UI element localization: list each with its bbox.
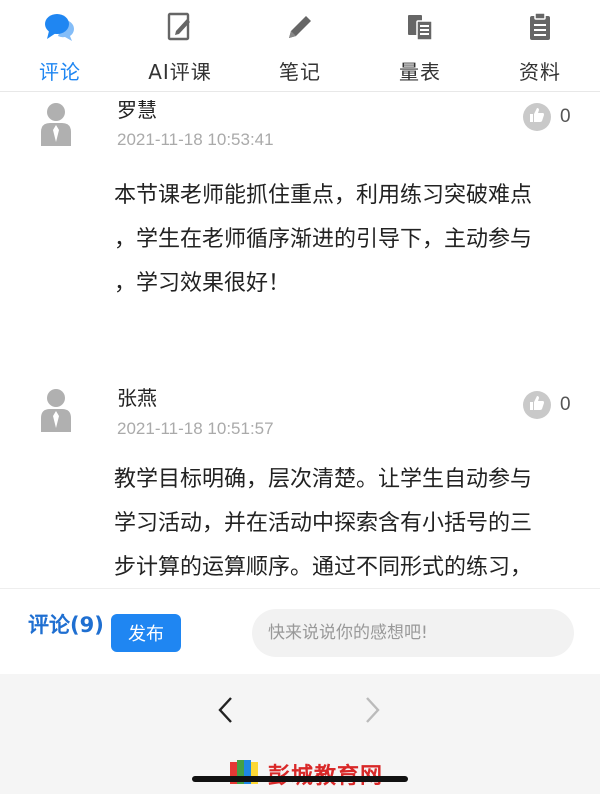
tab-ai-review-label: AI评课 bbox=[148, 60, 212, 84]
tab-bar: 评论 AI评课 笔记 量表 资料 bbox=[0, 0, 600, 92]
pencil-icon bbox=[283, 10, 317, 44]
comment-text-line: 学习活动，并在活动中探索含有小括号的三 bbox=[114, 511, 533, 536]
forward-button[interactable] bbox=[352, 692, 392, 732]
comment-author: 张燕 bbox=[117, 386, 157, 410]
comment-list[interactable]: 罗慧 2021-11-18 10:53:41 0 本节课老师能抓住重点，利用练习… bbox=[0, 92, 600, 588]
comment-text: 教学目标明确，层次清楚。让学生自动参与 学习活动，并在活动中探索含有小括号的三 … bbox=[114, 458, 566, 588]
back-button[interactable] bbox=[206, 692, 246, 732]
document-list-icon bbox=[403, 10, 437, 44]
like-button[interactable] bbox=[523, 103, 551, 131]
tab-materials[interactable]: 资料 bbox=[480, 0, 600, 91]
thumbs-up-icon bbox=[529, 395, 545, 415]
tab-notes[interactable]: 笔记 bbox=[240, 0, 360, 91]
comment-text: 本节课老师能抓住重点，利用练习突破难点 ，学生在老师循序渐进的引导下，主动参与 … bbox=[114, 174, 566, 306]
comment-time: 2021-11-18 10:51:57 bbox=[117, 419, 274, 438]
comment-bar: 评论(9) 发布 bbox=[0, 588, 600, 674]
like-count: 0 bbox=[560, 106, 571, 127]
clipboard-icon bbox=[523, 10, 557, 44]
tab-ai-review[interactable]: AI评课 bbox=[120, 0, 240, 91]
book-logo-icon bbox=[228, 758, 262, 790]
comment-text-line: ，学生在老师循序渐进的引导下，主动参与 bbox=[114, 227, 533, 252]
comment-input[interactable] bbox=[252, 609, 574, 657]
publish-button[interactable]: 发布 bbox=[111, 614, 181, 652]
chat-bubbles-icon bbox=[43, 10, 77, 44]
comment-text-line: 本节课老师能抓住重点，利用练习突破难点 bbox=[114, 183, 533, 208]
comment-text-line: 步计算的运算顺序。通过不同形式的练习， bbox=[114, 555, 533, 580]
chevron-left-icon bbox=[216, 695, 236, 729]
tab-materials-label: 资料 bbox=[519, 60, 561, 84]
avatar-icon bbox=[40, 388, 72, 432]
tab-comments-label: 评论 bbox=[39, 60, 81, 84]
like-button[interactable] bbox=[523, 391, 551, 419]
watermark-text: 彭城教育网 bbox=[268, 758, 383, 790]
comment-author: 罗慧 bbox=[117, 98, 157, 122]
chevron-right-icon bbox=[362, 695, 382, 729]
tab-notes-label: 笔记 bbox=[279, 60, 321, 84]
comment-text-line: 教学目标明确，层次清楚。让学生自动参与 bbox=[114, 467, 533, 492]
watermark-logo: 彭城教育网 bbox=[228, 758, 383, 790]
browser-nav-bar: 彭城教育网 bbox=[0, 674, 600, 794]
tab-scale-label: 量表 bbox=[399, 60, 441, 84]
thumbs-up-icon bbox=[529, 107, 545, 127]
comment-text-line: ，学习效果很好！ bbox=[114, 271, 291, 296]
comment-count[interactable]: 评论(9) bbox=[28, 609, 104, 639]
like-count: 0 bbox=[560, 394, 571, 415]
comment-time: 2021-11-18 10:53:41 bbox=[117, 130, 274, 149]
home-indicator[interactable] bbox=[192, 776, 408, 782]
avatar-icon bbox=[40, 102, 72, 146]
tab-comments[interactable]: 评论 bbox=[0, 0, 120, 91]
edit-document-icon bbox=[163, 10, 197, 44]
tab-scale[interactable]: 量表 bbox=[360, 0, 480, 91]
